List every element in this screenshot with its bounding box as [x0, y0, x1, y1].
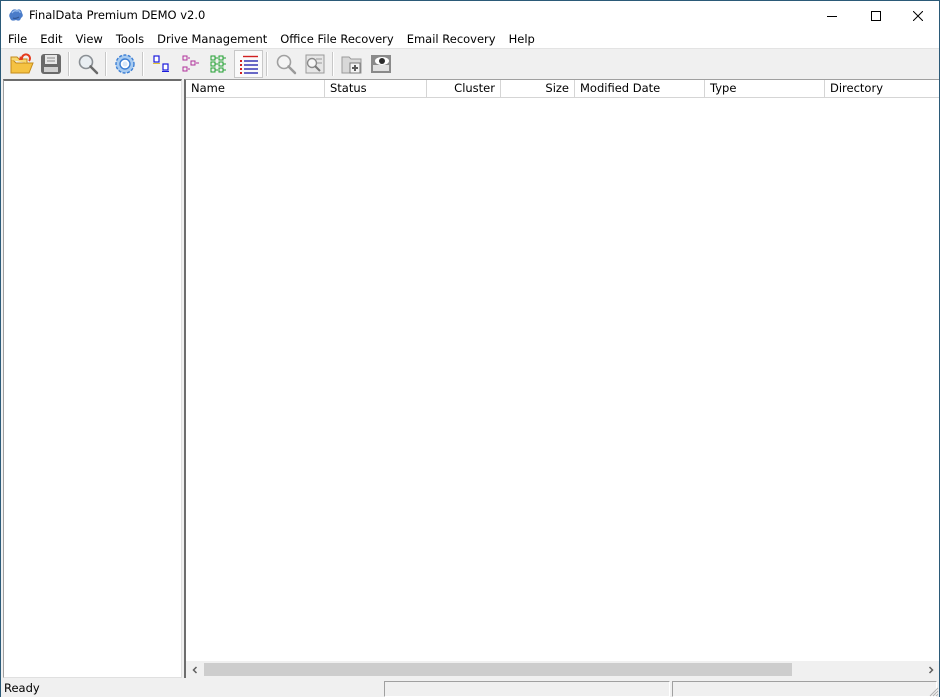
scroll-left-button[interactable]	[186, 661, 203, 678]
menu-edit[interactable]: Edit	[33, 30, 68, 48]
find-button[interactable]	[73, 50, 102, 78]
save-icon	[40, 53, 61, 74]
app-logo-icon	[9, 9, 23, 21]
open-folder-icon	[10, 52, 34, 73]
preview-button[interactable]	[300, 50, 329, 78]
resize-grip-icon[interactable]	[927, 685, 939, 697]
column-header-modified-date[interactable]: Modified Date	[575, 80, 705, 98]
column-header-cluster[interactable]: Cluster	[427, 80, 501, 98]
column-header-type[interactable]: Type	[705, 80, 825, 98]
open-button[interactable]	[7, 50, 36, 78]
close-icon	[913, 10, 923, 21]
toolbar-separator	[266, 51, 268, 76]
menu-tools[interactable]: Tools	[109, 30, 150, 48]
small-icons-button[interactable]	[147, 50, 176, 78]
tree-view-button[interactable]	[176, 50, 205, 78]
list-header: Name Status Cluster Size Modified Date T…	[186, 80, 939, 98]
settings-gear-icon	[114, 53, 135, 74]
minimize-button[interactable]	[809, 1, 855, 30]
status-panel-2	[672, 681, 937, 697]
file-list-body[interactable]	[186, 98, 939, 661]
toolbar-separator	[332, 51, 334, 76]
menu-view[interactable]: View	[69, 30, 109, 48]
scroll-right-button[interactable]	[922, 661, 939, 678]
new-folder-icon	[341, 56, 361, 73]
zoom-icon	[276, 54, 296, 74]
window-title: FinalData Premium DEMO v2.0	[29, 8, 206, 22]
menu-email-recovery[interactable]: Email Recovery	[400, 30, 502, 48]
new-folder-button[interactable]	[337, 50, 366, 78]
close-button[interactable]	[895, 1, 940, 30]
maximize-icon	[871, 10, 881, 21]
menu-office-file-recovery[interactable]: Office File Recovery	[273, 30, 399, 48]
tree-view-icon	[182, 55, 199, 71]
status-panel-1	[384, 681, 670, 697]
folder-tree-pane[interactable]	[3, 79, 182, 678]
menu-file[interactable]: File	[1, 30, 33, 48]
menu-bar: File Edit View Tools Drive Management Of…	[1, 30, 939, 48]
title-bar[interactable]: FinalData Premium DEMO v2.0	[1, 1, 939, 30]
save-button[interactable]	[36, 50, 65, 78]
maximize-button[interactable]	[853, 1, 899, 30]
small-icons-view-icon	[152, 54, 169, 72]
toolbar-separator	[142, 51, 144, 76]
preview-search-icon	[305, 54, 324, 73]
column-header-size[interactable]: Size	[501, 80, 575, 98]
toolbar	[1, 48, 939, 78]
chevron-left-icon	[191, 665, 197, 674]
status-text: Ready	[4, 681, 40, 695]
list-view-icon	[210, 55, 226, 72]
column-header-status[interactable]: Status	[325, 80, 427, 98]
column-header-name[interactable]: Name	[186, 80, 325, 98]
settings-button[interactable]	[110, 50, 139, 78]
search-icon	[78, 54, 98, 74]
file-list-pane[interactable]: Name Status Cluster Size Modified Date T…	[184, 79, 939, 678]
chevron-right-icon	[928, 665, 934, 674]
toolbar-separator	[105, 51, 107, 76]
app-window: FinalData Premium DEMO v2.0 File Edit Vi…	[0, 0, 940, 697]
minimize-icon	[827, 15, 837, 17]
toolbar-separator	[68, 51, 70, 76]
menu-drive-management[interactable]: Drive Management	[150, 30, 273, 48]
scroll-thumb[interactable]	[204, 663, 792, 676]
view-eye-icon	[370, 54, 391, 73]
column-header-directory[interactable]: Directory	[825, 80, 939, 98]
horizontal-scrollbar[interactable]	[186, 661, 939, 678]
menu-help[interactable]: Help	[502, 30, 541, 48]
view-file-button[interactable]	[366, 50, 395, 78]
details-view-button[interactable]	[234, 49, 263, 78]
zoom-button[interactable]	[271, 50, 300, 78]
scroll-track[interactable]	[203, 661, 922, 678]
status-bar: Ready	[1, 679, 939, 697]
details-view-icon	[239, 55, 258, 74]
list-view-button[interactable]	[205, 50, 234, 78]
